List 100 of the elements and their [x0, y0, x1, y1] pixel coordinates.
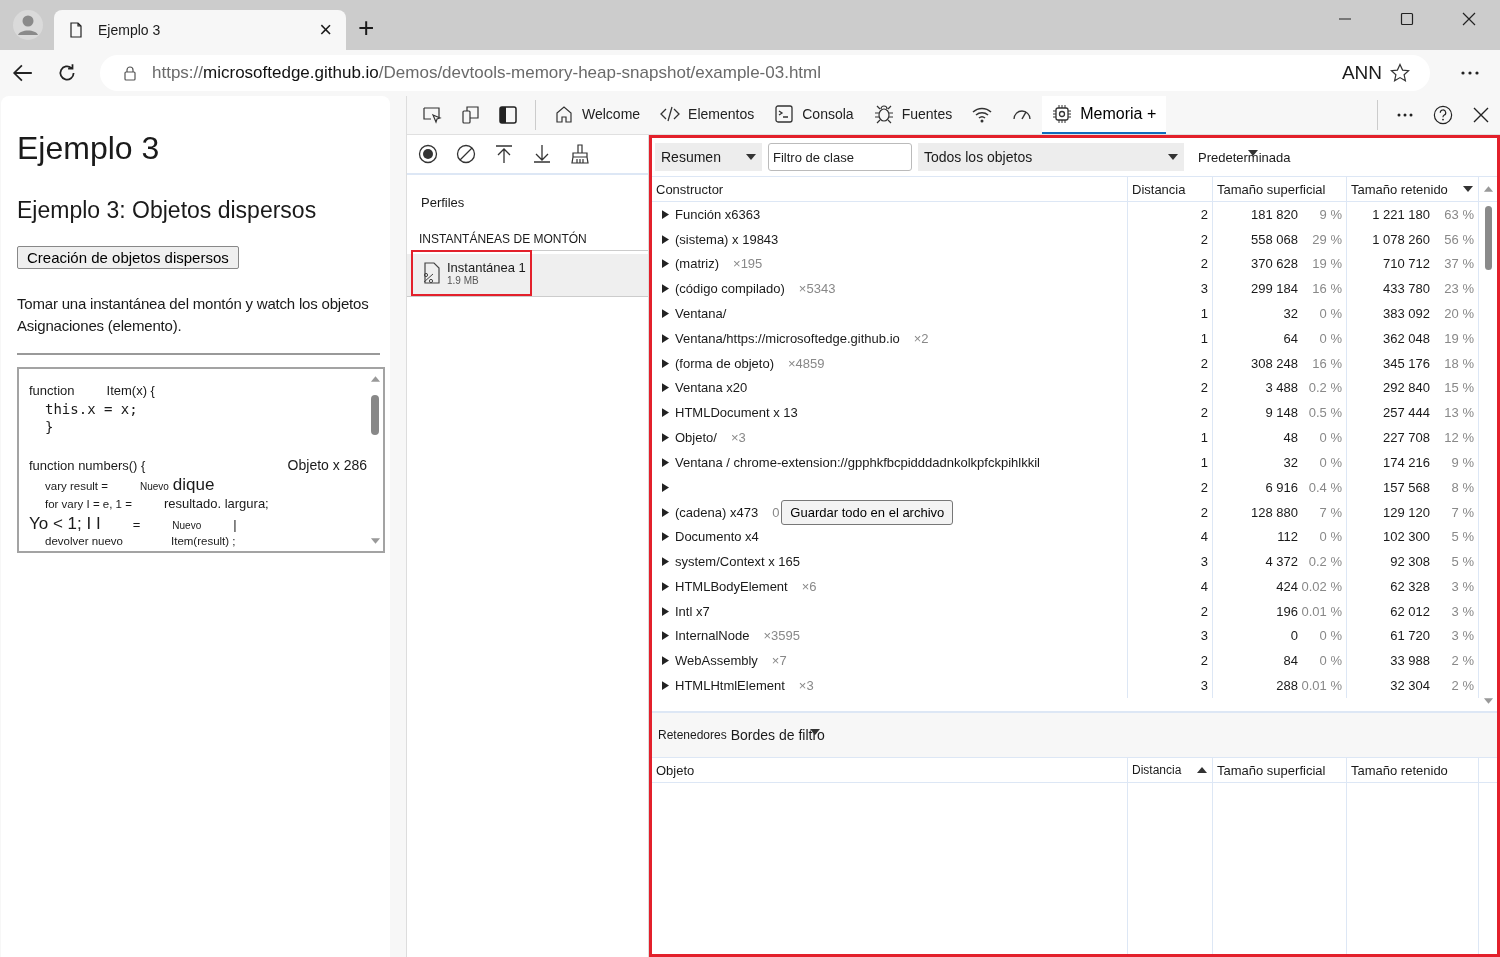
objects-dropdown[interactable]: Todos los objetos — [918, 143, 1184, 171]
maximize-icon[interactable] — [1400, 12, 1414, 26]
expand-triangle-icon[interactable] — [662, 333, 669, 343]
expand-triangle-icon[interactable] — [662, 457, 669, 467]
shallow-size: 196 — [1276, 603, 1298, 619]
retained-percent: 18 % — [1443, 355, 1474, 371]
retained-size: 174 216 — [1383, 454, 1430, 470]
expand-triangle-icon[interactable] — [662, 606, 669, 616]
retained-percent: 23 % — [1443, 281, 1474, 297]
scroll-up-icon[interactable] — [1482, 185, 1494, 193]
scroll-down-icon[interactable] — [369, 537, 381, 545]
devtools-tab[interactable]: Elementos — [650, 96, 765, 134]
class-filter-field[interactable]: Filtro de clase — [768, 143, 912, 171]
distance-value: 1 — [1200, 454, 1208, 470]
view-dropdown[interactable]: Resumen — [655, 143, 762, 171]
expand-triangle-icon[interactable] — [662, 631, 669, 641]
expand-triangle-icon[interactable] — [662, 532, 669, 542]
constructor-name: (código compilado) — [675, 281, 785, 297]
upload-icon[interactable] — [494, 144, 514, 164]
address-bar[interactable]: https://microsoftedge.github.io/Demos/devtools-memory-heap-snapshot/example-03.html ANN — [100, 55, 1430, 91]
retained-size: 433 780 — [1383, 281, 1430, 297]
expand-triangle-icon[interactable] — [662, 656, 669, 666]
retainers-tab[interactable]: Retenedores — [658, 728, 727, 742]
code-text: vary result = — [44, 480, 108, 492]
shallow-percent: 0.01 % — [1300, 678, 1342, 694]
devtools-tab[interactable]: Memoria + — [1042, 96, 1167, 134]
distance-value: 1 — [1200, 330, 1208, 346]
scroll-down-icon[interactable] — [1482, 697, 1494, 705]
shallow-percent: 0.5 % — [1307, 405, 1342, 421]
constructor-name: Ventana/ — [675, 306, 727, 322]
broom-icon[interactable] — [570, 144, 590, 164]
shallow-size: 4 372 — [1265, 554, 1298, 570]
expand-triangle-icon[interactable] — [662, 507, 669, 517]
shallow-size: 32 — [1283, 306, 1298, 322]
devtools-tab[interactable]: Consola — [764, 96, 864, 134]
expand-triangle-icon[interactable] — [662, 284, 669, 294]
url-text: https://microsoftedge.github.io/Demos/devtools-memory-heap-snapshot/example-03.html — [152, 63, 821, 83]
shallow-size: 128 880 — [1251, 504, 1298, 520]
close-tab-button[interactable]: × — [319, 19, 332, 41]
expand-triangle-icon[interactable] — [662, 209, 669, 219]
close-icon[interactable] — [1462, 12, 1476, 26]
download-icon[interactable] — [532, 144, 552, 164]
shallow-percent: 0 % — [1318, 430, 1342, 446]
expand-triangle-icon[interactable] — [662, 309, 669, 319]
save-all-button[interactable]: Guardar todo en el archivo — [781, 499, 954, 525]
retained-size: 62 328 — [1390, 578, 1430, 594]
shallow-percent: 19 % — [1311, 256, 1342, 272]
retained-percent: 56 % — [1443, 231, 1474, 247]
expand-triangle-icon[interactable] — [662, 408, 669, 418]
scrollbar-thumb[interactable] — [1484, 206, 1492, 270]
browser-tab[interactable]: Ejemplo 3 × — [54, 10, 346, 50]
grouping-dropdown[interactable]: Predeterminada — [1198, 149, 1291, 165]
back-arrow-icon[interactable] — [12, 62, 34, 84]
distance-value: 2 — [1200, 231, 1208, 247]
expand-triangle-icon[interactable] — [662, 259, 669, 269]
retained-percent: 37 % — [1443, 256, 1474, 272]
retained-percent: 9 % — [1450, 454, 1474, 470]
retained-size: 362 048 — [1383, 330, 1430, 346]
clear-icon[interactable] — [456, 144, 476, 164]
scroll-up-icon[interactable] — [369, 375, 381, 383]
expand-triangle-icon[interactable] — [662, 234, 669, 244]
code-text: function numbers() { — [29, 458, 146, 473]
code-text: Objeto x 286 — [287, 457, 367, 473]
constructor-name: HTMLDocument x 13 — [675, 405, 798, 421]
shallow-size: 84 — [1283, 653, 1298, 669]
help-icon[interactable] — [1433, 105, 1453, 125]
expand-triangle-icon[interactable] — [662, 433, 669, 443]
retained-percent: 7 % — [1450, 504, 1474, 520]
chip-icon — [1052, 104, 1073, 124]
expand-triangle-icon[interactable] — [662, 383, 669, 393]
scrollbar-thumb[interactable] — [371, 395, 379, 435]
favorite-star-icon[interactable] — [1390, 63, 1410, 83]
expand-triangle-icon[interactable] — [662, 681, 669, 691]
console-icon — [774, 104, 795, 124]
create-objects-button[interactable]: Creación de objetos dispersos — [17, 246, 239, 269]
devtools-tab[interactable]: Fuentes — [863, 96, 963, 134]
retained-size: 257 444 — [1383, 405, 1430, 421]
expand-triangle-icon[interactable] — [662, 482, 669, 492]
expand-triangle-icon[interactable] — [662, 358, 669, 368]
more-icon[interactable] — [1460, 70, 1480, 76]
new-tab-button[interactable]: + — [358, 14, 375, 42]
devtools-tab[interactable]: Welcome — [544, 96, 651, 134]
device-icon[interactable] — [460, 105, 480, 125]
shallow-size: 558 068 — [1251, 231, 1298, 247]
close-icon[interactable] — [1471, 105, 1491, 125]
constructor-name: HTMLHtmlElement — [675, 678, 785, 694]
retained-size: 92 308 — [1390, 554, 1430, 570]
distance-value: 4 — [1200, 529, 1208, 545]
constructor-name: Función x6363 — [675, 206, 761, 222]
record-icon[interactable] — [418, 144, 438, 164]
expand-triangle-icon[interactable] — [662, 557, 669, 567]
expand-triangle-icon[interactable] — [662, 581, 669, 591]
retained-percent: 2 % — [1450, 653, 1474, 669]
retained-size: 1 221 180 — [1372, 206, 1430, 222]
snapshot-file-icon — [421, 262, 441, 284]
inspect-icon[interactable] — [422, 105, 442, 125]
dock-side-icon[interactable] — [498, 105, 518, 125]
object-count: ×5343 — [798, 281, 836, 297]
shallow-size: 64 — [1283, 330, 1298, 346]
retained-size: 129 120 — [1383, 504, 1430, 520]
